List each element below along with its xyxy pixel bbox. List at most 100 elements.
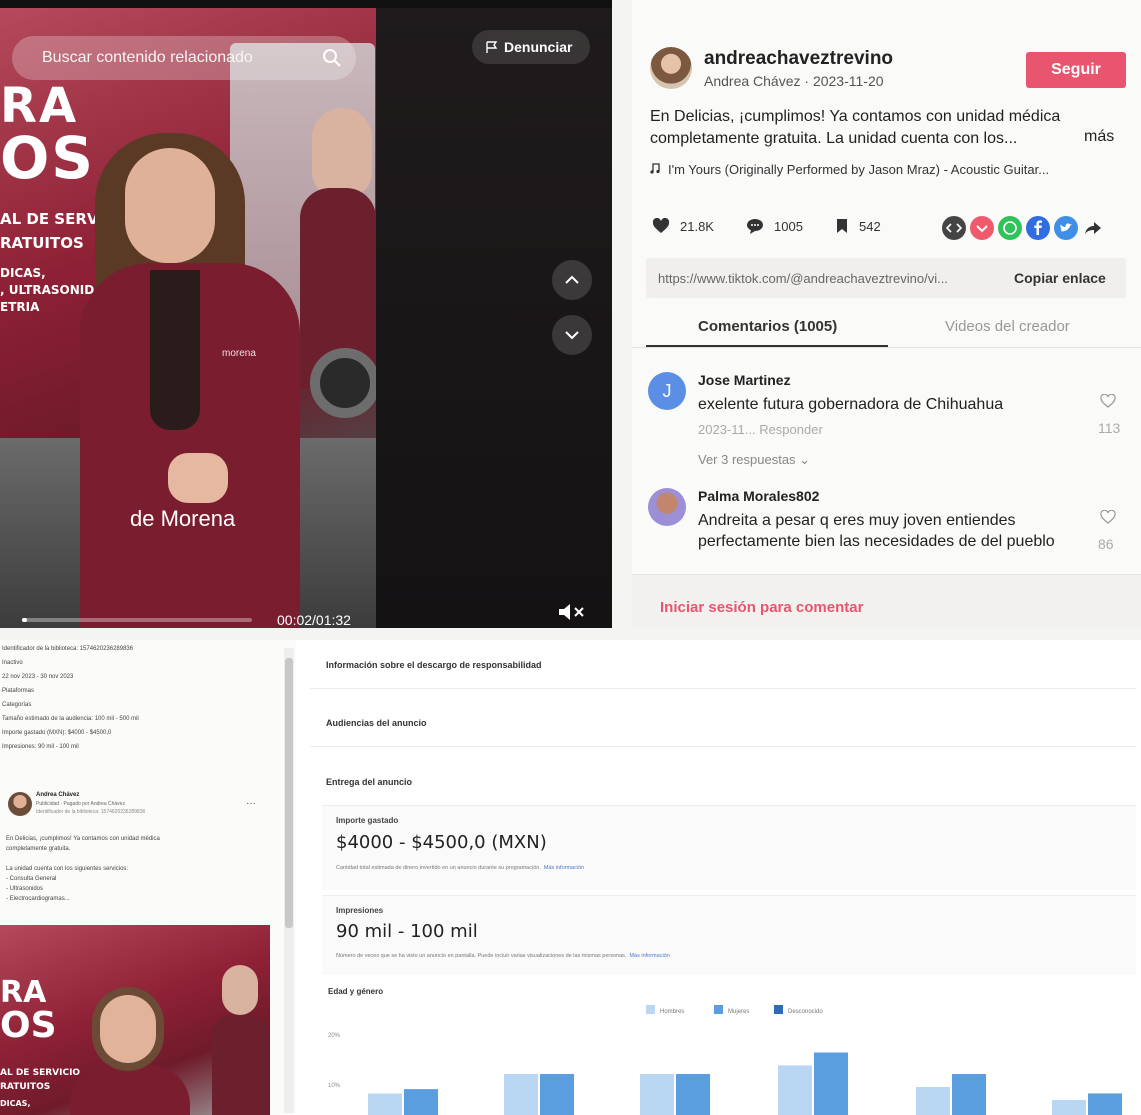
library-id: Identificador de la biblioteca: 15746202…	[2, 646, 134, 652]
person-hands	[168, 453, 228, 503]
tab-divider	[632, 347, 1141, 348]
chart-bar[interactable]	[640, 1074, 674, 1115]
commenter-name[interactable]: Jose Martinez	[698, 372, 791, 388]
like-button[interactable]: 21.8K	[652, 218, 714, 234]
chart-bar[interactable]	[916, 1086, 950, 1115]
chart-bar[interactable]	[504, 1074, 538, 1115]
stats-row: 21.8K 1005 542	[652, 216, 1122, 240]
comment-text: Andreita a pesar q eres muy joven entien…	[698, 512, 1055, 550]
pocket-share-icon[interactable]	[970, 216, 994, 240]
comment-button[interactable]: 1005	[746, 218, 803, 234]
search-icon[interactable]	[322, 48, 342, 68]
mute-icon[interactable]	[556, 600, 588, 624]
music-title: I'm Yours (Originally Performed by Jason…	[668, 162, 1050, 177]
chevron-down-icon	[565, 331, 579, 340]
heart-icon	[652, 218, 670, 233]
more-info-link[interactable]: Más información	[544, 865, 584, 871]
age-gender-chart: Hombres Mujeres Desconocido 20% 10%	[328, 1005, 1122, 1115]
chart-bar[interactable]	[814, 1052, 848, 1115]
follow-button[interactable]: Seguir	[1026, 52, 1126, 88]
chart-bar[interactable]	[1088, 1093, 1122, 1115]
next-video-button[interactable]	[552, 315, 592, 355]
legend-swatch	[774, 1005, 783, 1014]
advertiser-name[interactable]: Andrea Chávez	[36, 792, 79, 798]
chevron-up-icon	[565, 275, 579, 284]
comment-meta[interactable]: 2023-11... Responder	[698, 422, 823, 437]
status-badge: Inactivo	[2, 660, 23, 666]
music-link[interactable]: I'm Yours (Originally Performed by Jason…	[650, 162, 1120, 177]
background-person-body	[212, 1015, 270, 1115]
spend-note: Cantidad total estimada de dinero invert…	[336, 865, 585, 871]
embed-icon[interactable]	[942, 216, 966, 240]
jacket-logo: morena	[222, 348, 256, 359]
more-info-link[interactable]: Más información	[629, 953, 669, 959]
copy-link-button[interactable]: Copiar enlace	[1014, 270, 1106, 286]
banner-text: RATUITOS	[0, 234, 84, 252]
chart-bar[interactable]	[952, 1074, 986, 1115]
heart-outline-icon[interactable]	[1100, 510, 1116, 524]
section-audiences[interactable]: Audiencias del anuncio	[326, 718, 427, 728]
video-player[interactable]: RA OS AL DE SERVICIO RATUITOS DICAS, , U…	[0, 0, 612, 628]
facebook-icon[interactable]	[1026, 216, 1050, 240]
ad-body-line: - Consulta General	[6, 876, 57, 882]
legend-label: Mujeres	[728, 1009, 749, 1015]
spend-card: Importe gastado $4000 - $4500,0 (MXN) Ca…	[322, 805, 1136, 890]
chart-bar[interactable]	[540, 1074, 574, 1115]
spend-value: $4000 - $4500,0 (MXN)	[336, 832, 547, 853]
heart-outline-icon[interactable]	[1100, 394, 1116, 408]
share-link-url[interactable]: https://www.tiktok.com/@andreachaveztrev…	[658, 271, 948, 286]
tab-creator-videos[interactable]: Videos del creador	[945, 318, 1070, 335]
view-replies-link[interactable]: Ver 3 respuestas ⌄	[698, 452, 810, 468]
commenter-avatar[interactable]	[648, 488, 686, 526]
chart-bar[interactable]	[404, 1089, 438, 1115]
ad-details-panel: Información sobre el descargo de respons…	[296, 640, 1141, 1115]
more-link[interactable]: más	[1084, 128, 1114, 146]
section-delivery[interactable]: Entrega del anuncio	[326, 777, 412, 787]
legend-swatch	[714, 1005, 723, 1014]
impressions-value: 90 mil - 100 mil	[336, 921, 478, 942]
ad-body-line: - Electrocardiogramas...	[6, 896, 70, 902]
chart-bar[interactable]	[676, 1074, 710, 1115]
save-button[interactable]: 542	[835, 218, 881, 234]
login-bar: Iniciar sesión para comentar	[632, 574, 1141, 628]
comment-text: exelente futura gobernadora de Chihuahua	[698, 396, 1004, 413]
username[interactable]: andreachaveztrevino	[704, 48, 893, 70]
section-disclaimer[interactable]: Información sobre el descargo de respons…	[326, 660, 542, 670]
avatar[interactable]	[650, 47, 692, 89]
run-dates: 22 nov 2023 - 30 nov 2023	[2, 674, 74, 680]
scrollbar-thumb[interactable]	[285, 658, 293, 928]
impressions-card: Impresiones 90 mil - 100 mil Número de v…	[322, 895, 1136, 975]
legend-swatch	[646, 1005, 655, 1014]
more-options-icon[interactable]: ···	[246, 798, 256, 809]
banner-text: DICAS,	[0, 266, 46, 280]
progress-bar[interactable]	[22, 618, 252, 622]
active-tab-indicator	[646, 345, 888, 347]
report-button[interactable]: Denunciar	[472, 30, 590, 64]
whatsapp-icon[interactable]	[998, 216, 1022, 240]
login-to-comment-link[interactable]: Iniciar sesión para comentar	[660, 599, 863, 616]
impressions-label: Impresiones	[336, 906, 384, 915]
chart-bar[interactable]	[778, 1065, 812, 1115]
twitter-icon[interactable]	[1054, 216, 1078, 240]
video-caption: de Morena	[130, 506, 236, 531]
chart-bar[interactable]	[1052, 1099, 1086, 1115]
impressions-count: Impresiones: 90 mil - 100 mil	[2, 744, 79, 750]
search-input[interactable]: Buscar contenido relacionado	[12, 36, 356, 80]
share-arrow-icon[interactable]	[1084, 220, 1108, 244]
comment-like-count: 86	[1098, 536, 1114, 552]
avatar[interactable]	[8, 792, 32, 816]
video-frame[interactable]: RA OS AL DE SERVICIO RATUITOS DICAS, , U…	[0, 8, 376, 628]
ad-creative-image[interactable]: RA OS AL DE SERVICIO RATUITOS DICAS,	[0, 925, 270, 1115]
chart-bar[interactable]	[368, 1093, 402, 1115]
background-person-head	[312, 108, 372, 198]
save-count: 542	[859, 218, 881, 234]
spend-amount: Importe gastado (MXN): $4000 - $4500,0	[2, 730, 112, 736]
tab-comments[interactable]: Comentarios (1005)	[698, 318, 837, 335]
person-face	[125, 148, 215, 263]
commenter-name[interactable]: Palma Morales802	[698, 488, 819, 504]
previous-video-button[interactable]	[552, 260, 592, 300]
banner-text: OS	[0, 124, 96, 192]
commenter-avatar[interactable]: J	[648, 372, 686, 410]
ad-library-panel: Identificador de la biblioteca: 15746202…	[0, 640, 296, 1115]
banner-text: RATUITOS	[0, 1082, 51, 1092]
